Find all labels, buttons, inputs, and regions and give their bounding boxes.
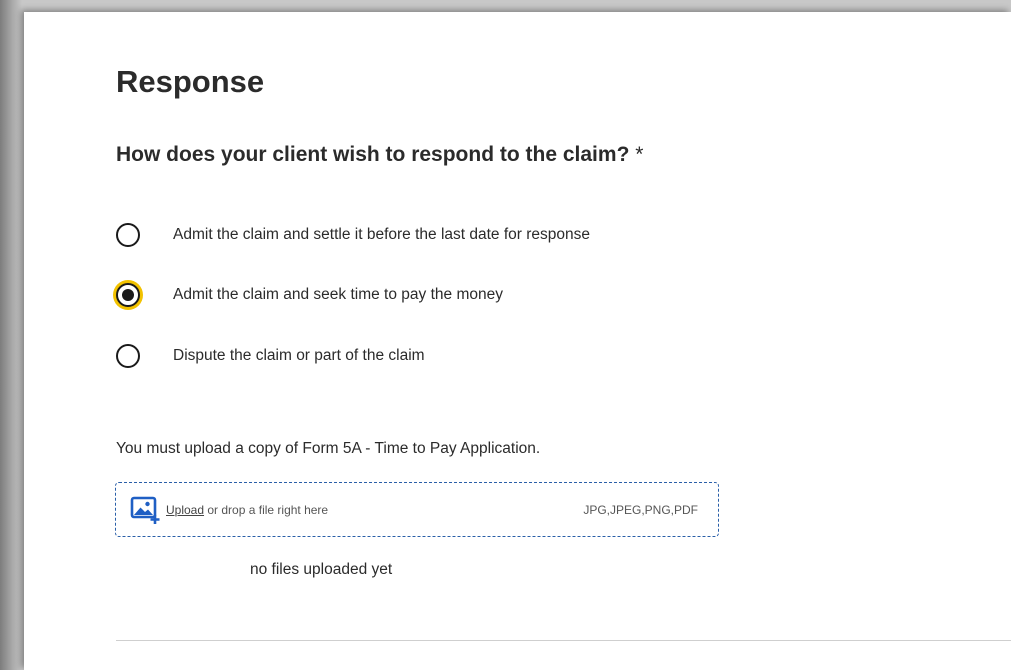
page-title: Response [116, 64, 265, 99]
upload-instruction: You must upload a copy of Form 5A - Time… [116, 440, 541, 457]
radio-option-admit-settle[interactable]: Admit the claim and settle it before the… [116, 220, 590, 250]
question-text: How does your client wish to respond to … [116, 143, 630, 166]
image-upload-icon [130, 496, 160, 524]
radio-label: Dispute the claim or part of the claim [173, 347, 425, 364]
radio-label: Admit the claim and seek time to pay the… [173, 286, 503, 303]
accepted-file-types: JPG,JPEG,PNG,PDF [583, 502, 698, 517]
response-card: Response How does your client wish to re… [24, 12, 1011, 670]
upload-link[interactable]: Upload [166, 503, 204, 517]
radio-button-unselected[interactable] [116, 223, 140, 247]
section-divider [116, 640, 1011, 641]
radio-button-unselected[interactable] [116, 344, 140, 368]
upload-hint: or drop a file right here [204, 502, 329, 517]
radio-option-admit-time-to-pay[interactable]: Admit the claim and seek time to pay the… [116, 280, 503, 310]
file-dropzone[interactable]: Upload or drop a file right here JPG,JPE… [115, 482, 719, 537]
radio-button-selected[interactable] [116, 283, 140, 307]
radio-option-dispute[interactable]: Dispute the claim or part of the claim [116, 341, 425, 371]
radio-label: Admit the claim and settle it before the… [173, 226, 591, 243]
upload-status: no files uploaded yet [250, 561, 393, 578]
question-label: How does your client wish to respond to … [116, 142, 643, 168]
upload-text: Upload or drop a file right here [166, 503, 328, 517]
required-marker: * [635, 143, 644, 166]
